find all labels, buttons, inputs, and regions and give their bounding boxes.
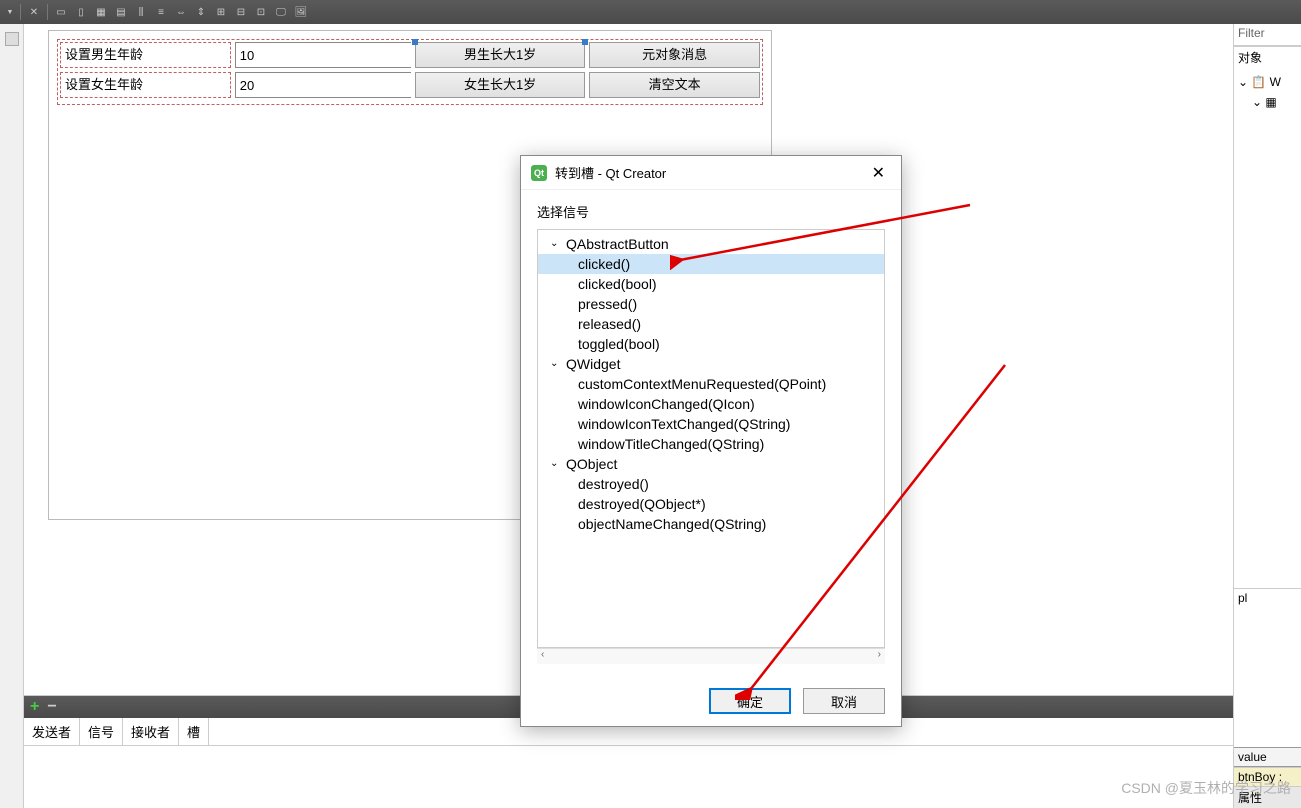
spinbox-girl-input[interactable] [236, 73, 420, 97]
tree-node-root: ⌄ 📋 W [1238, 72, 1297, 92]
cancel-button[interactable]: 取消 [803, 688, 885, 714]
object-inspector: Filter 对象 ⌄ 📋 W ⌄ ▦ pl value btnBoy : 属性 [1233, 24, 1301, 808]
layout-grid-icon[interactable]: ▦ [92, 3, 110, 21]
chevron-down-icon: ⌄ [550, 234, 562, 254]
header-receiver: 接收者 [123, 718, 179, 745]
goto-slot-dialog: Qt 转到槽 - Qt Creator ✕ 选择信号 ⌄QAbstractBut… [520, 155, 902, 727]
signal-item[interactable]: released() [538, 314, 884, 334]
add-connection-icon[interactable]: + [30, 698, 39, 716]
dialog-titlebar[interactable]: Qt 转到槽 - Qt Creator ✕ [521, 156, 901, 190]
signal-item[interactable]: windowTitleChanged(QString) [538, 434, 884, 454]
layout-g1-icon[interactable]: ⊞ [212, 3, 230, 21]
signal-item[interactable]: destroyed(QObject*) [538, 494, 884, 514]
ok-button[interactable]: 确定 [709, 688, 791, 714]
signal-item[interactable]: toggled(bool) [538, 334, 884, 354]
header-signal: 信号 [80, 718, 123, 745]
layout-cols-icon[interactable]: ⫼ [132, 3, 150, 21]
toolbar-dropdown-icon[interactable]: ▼ [4, 3, 16, 21]
dialog-title-text: 转到槽 - Qt Creator [555, 163, 666, 182]
layout-form-icon[interactable]: ▤ [112, 3, 130, 21]
filter-input[interactable]: Filter [1234, 24, 1301, 46]
signal-item[interactable]: windowIconChanged(QIcon) [538, 394, 884, 414]
signal-tree[interactable]: ⌄QAbstractButtonclicked()clicked(bool)pr… [537, 229, 885, 648]
signal-group[interactable]: ⌄QWidget [538, 354, 884, 374]
btn-meta-info[interactable]: 元对象消息 [589, 42, 760, 68]
signal-item[interactable]: clicked() [538, 254, 884, 274]
object-tree[interactable]: ⌄ 📋 W ⌄ ▦ [1234, 68, 1301, 116]
layout-hsplit-icon[interactable]: ⇔ [172, 3, 190, 21]
signal-item[interactable]: clicked(bool) [538, 274, 884, 294]
layout-v-icon[interactable]: ▯ [72, 3, 90, 21]
tree-scrollbar[interactable]: ‹ › [537, 648, 885, 664]
btn-girl-grow[interactable]: 女生长大1岁 [415, 72, 586, 98]
signal-group[interactable]: ⌄QObject [538, 454, 884, 474]
signal-item[interactable]: customContextMenuRequested(QPoint) [538, 374, 884, 394]
image-icon[interactable]: 🖼 [292, 3, 310, 21]
btn-clear-text[interactable]: 清空文本 [589, 72, 760, 98]
signal-group[interactable]: ⌄QAbstractButton [538, 234, 884, 254]
remove-connection-icon[interactable]: − [47, 698, 56, 716]
tree-node-child: ⌄ ▦ [1238, 92, 1297, 112]
signal-item[interactable]: objectNameChanged(QString) [538, 514, 884, 534]
label-boy-age[interactable]: 设置男生年龄 [60, 42, 231, 68]
signal-item[interactable]: windowIconTextChanged(QString) [538, 414, 884, 434]
preview-icon[interactable]: 🖵 [272, 3, 290, 21]
toolbar-close-icon[interactable]: ✕ [25, 3, 43, 21]
prop-pl: pl [1234, 588, 1301, 607]
close-icon[interactable]: ✕ [866, 163, 891, 183]
scroll-right-icon[interactable]: › [878, 649, 881, 664]
signal-item[interactable]: pressed() [538, 294, 884, 314]
layout-rows-icon[interactable]: ≡ [152, 3, 170, 21]
collapse-handle-icon[interactable] [5, 32, 19, 46]
object-header: 对象 [1234, 46, 1301, 68]
btn-boy-grow[interactable]: 男生长大1岁 [415, 42, 586, 68]
chevron-down-icon: ⌄ [550, 354, 562, 374]
label-girl-age[interactable]: 设置女生年龄 [60, 72, 231, 98]
left-widget-strip [0, 24, 24, 808]
select-signal-label: 选择信号 [537, 202, 885, 221]
layout-g3-icon[interactable]: ⊡ [252, 3, 270, 21]
qt-logo-icon: Qt [531, 165, 547, 181]
chevron-down-icon: ⌄ [550, 454, 562, 474]
scroll-left-icon[interactable]: ‹ [541, 649, 544, 664]
header-sender: 发送者 [24, 718, 80, 745]
layout-h-icon[interactable]: ▭ [52, 3, 70, 21]
header-slot: 槽 [179, 718, 209, 745]
main-toolbar: ▼ ✕ ▭ ▯ ▦ ▤ ⫼ ≡ ⇔ ⇕ ⊞ ⊟ ⊡ 🖵 🖼 [0, 0, 1301, 24]
spinbox-boy-age[interactable]: ▲▼ [235, 42, 411, 68]
spinbox-boy-input[interactable] [236, 43, 420, 67]
layout-vsplit-icon[interactable]: ⇕ [192, 3, 210, 21]
layout-g2-icon[interactable]: ⊟ [232, 3, 250, 21]
signal-item[interactable]: destroyed() [538, 474, 884, 494]
csdn-watermark: CSDN @夏玉林的学习之路 [1121, 778, 1291, 798]
value-header: value [1234, 747, 1301, 767]
spinbox-girl-age[interactable]: ▲▼ [235, 72, 411, 98]
